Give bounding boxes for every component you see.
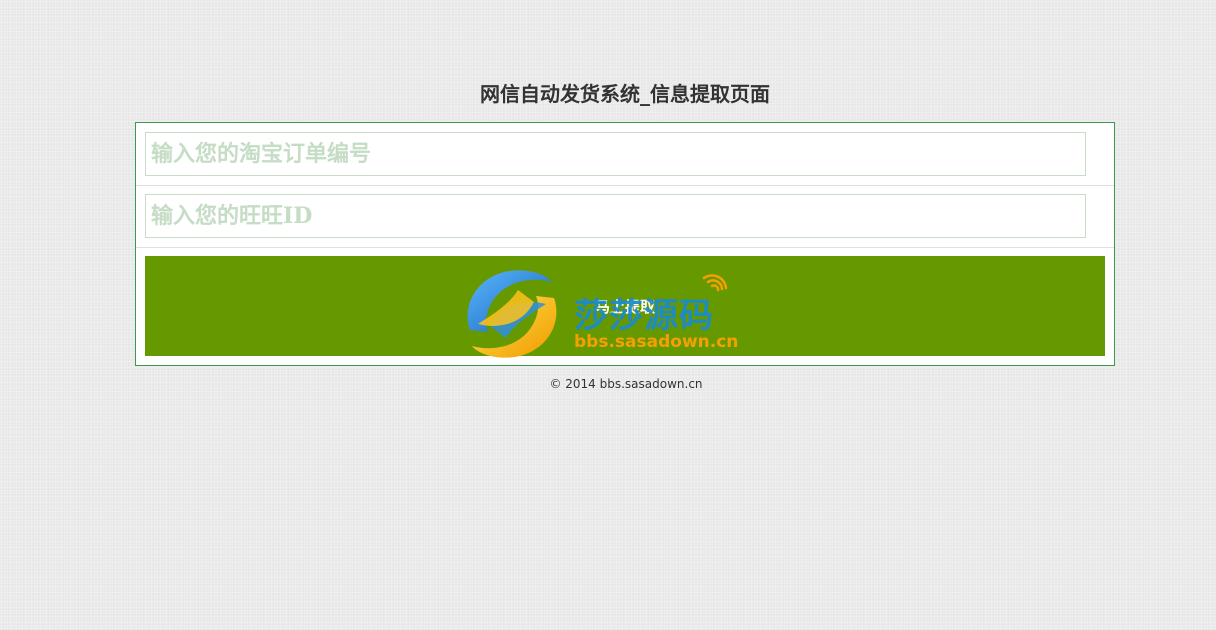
- order-number-input[interactable]: [145, 132, 1086, 176]
- wangwang-id-input[interactable]: [145, 194, 1086, 238]
- order-number-row: [136, 123, 1114, 186]
- wangwang-id-row: [136, 185, 1114, 248]
- submit-button[interactable]: 马上提取: [145, 256, 1105, 356]
- page-title: 网信自动发货系统_信息提取页面: [480, 82, 770, 106]
- footer-copyright: © 2014 bbs.sasadown.cn: [549, 377, 703, 391]
- extraction-form: 马上提取: [135, 122, 1115, 366]
